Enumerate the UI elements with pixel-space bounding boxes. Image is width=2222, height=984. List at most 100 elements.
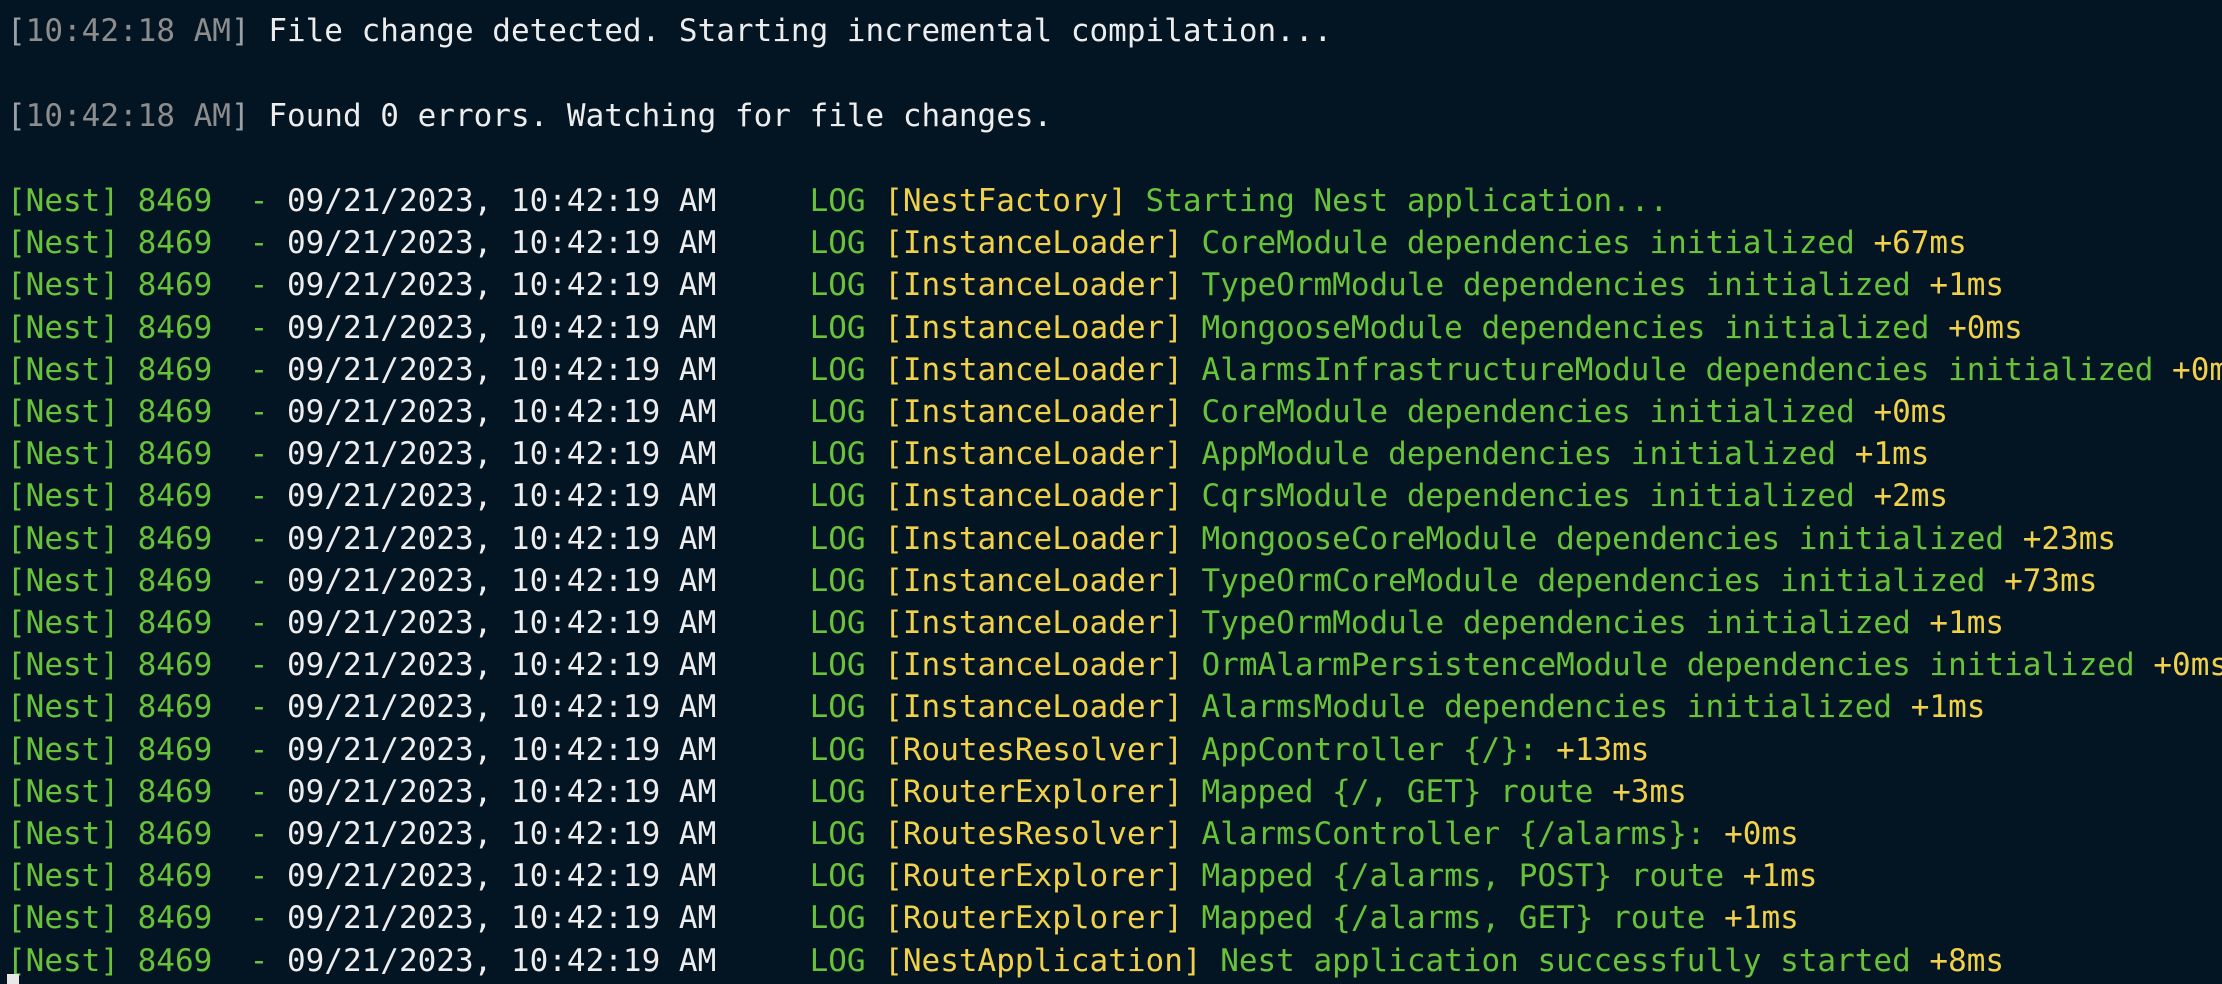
log-datetime: 09/21/2023, 10:42:19 AM [286,394,717,430]
log-context: [InstanceLoader] [884,267,1183,304]
log-line: [Nest] 8469 - 09/21/2023, 10:42:19 AM LO… [7,391,1948,433]
log-datetime: 09/21/2023, 10:42:19 AM [286,478,717,515]
log-context: [InstanceLoader] [884,394,1183,430]
log-context: [InstanceLoader] [884,478,1183,515]
log-message: AlarmsModule dependencies initialized [1201,689,1893,726]
log-line: [Nest] 8469 - 09/21/2023, 10:42:19 AM LO… [7,729,1649,771]
log-timing: +0ms [1873,394,1949,430]
log-datetime: 09/21/2023, 10:42:19 AM [286,225,717,262]
log-message: TypeOrmModule dependencies initialized [1201,605,1911,641]
log-prefix: [Nest] 8469 - [7,647,287,684]
log-level: LOG [809,731,866,768]
log-context: [InstanceLoader] [884,562,1183,599]
log-line: [Nest] 8469 - 09/21/2023, 10:42:19 AM LO… [7,307,2023,349]
log-prefix: [Nest] 8469 - [7,520,287,557]
log-prefix: [Nest] 8469 - [7,562,287,599]
log-message: Mapped {/alarms, POST} route [1201,858,1725,895]
log-level: LOG [809,351,866,388]
watch-line: [10:42:18 AM] File change detected. Star… [7,13,1333,49]
log-context: [NestFactory] [884,183,1127,219]
log-timing: +1ms [1910,689,1986,726]
log-level: LOG [809,267,866,304]
log-context: [InstanceLoader] [884,436,1183,473]
log-timing: +67ms [1873,225,1967,262]
log-context: [InstanceLoader] [884,647,1183,684]
log-context: [InstanceLoader] [884,309,1183,346]
log-line: [Nest] 8469 - 09/21/2023, 10:42:19 AM LO… [7,560,2097,602]
log-prefix: [Nest] 8469 - [7,267,287,304]
log-prefix: [Nest] 8469 - [7,436,287,473]
log-line: [Nest] 8469 - 09/21/2023, 10:42:19 AM LO… [7,222,1967,264]
log-prefix: [Nest] 8469 - [7,394,287,430]
log-prefix: [Nest] 8469 - [7,731,287,768]
log-datetime: 09/21/2023, 10:42:19 AM [286,309,717,346]
log-prefix: [Nest] 8469 - [7,942,287,979]
log-prefix: [Nest] 8469 - [7,858,287,895]
log-line: [Nest] 8469 - 09/21/2023, 10:42:19 AM LO… [7,644,2222,686]
log-datetime: 09/21/2023, 10:42:19 AM [286,731,717,768]
log-timing: +0ms [1948,309,2023,346]
log-message: Mapped {/, GET} route [1201,773,1594,810]
log-timing: +0ms [2153,647,2222,684]
log-message: AlarmsInfrastructureModule dependencies … [1201,351,2154,388]
log-level: LOG [809,605,866,641]
log-line: [Nest] 8469 - 09/21/2023, 10:42:19 AM LO… [7,602,2004,644]
log-line: [Nest] 8469 - 09/21/2023, 10:42:19 AM LO… [7,180,1668,222]
watch-line: [10:42:18 AM] Found 0 errors. Watching f… [7,98,1053,134]
log-line: [Nest] 8469 - 09/21/2023, 10:42:19 AM LO… [7,433,1929,475]
log-timing: +23ms [2022,520,2117,557]
log-datetime: 09/21/2023, 10:42:19 AM [286,647,717,684]
log-message: Starting Nest application... [1145,183,1669,219]
log-timing: +73ms [2004,562,2098,599]
log-datetime: 09/21/2023, 10:42:19 AM [286,436,717,473]
log-datetime: 09/21/2023, 10:42:19 AM [286,816,717,852]
log-message: TypeOrmCoreModule dependencies initializ… [1201,562,1986,599]
log-level: LOG [809,858,866,895]
log-level: LOG [809,520,866,557]
log-line: [Nest] 8469 - 09/21/2023, 10:42:19 AM LO… [7,349,2222,391]
log-context: [RoutesResolver] [884,816,1183,852]
log-level: LOG [809,436,866,473]
log-prefix: [Nest] 8469 - [7,225,287,262]
log-line: [Nest] 8469 - 09/21/2023, 10:42:19 AM LO… [7,897,1799,939]
timestamp: 10:42:18 AM [25,98,231,134]
log-context: [RouterExplorer] [884,858,1183,895]
log-prefix: [Nest] 8469 - [7,900,287,937]
log-message: OrmAlarmPersistenceModule dependencies i… [1201,647,2135,684]
terminal-window[interactable]: [10:42:18 AM] File change detected. Star… [0,0,2222,984]
log-context: [InstanceLoader] [884,351,1183,388]
log-context: [InstanceLoader] [884,225,1183,262]
timestamp: 10:42:18 AM [25,13,231,49]
log-datetime: 09/21/2023, 10:42:19 AM [286,605,717,641]
log-timing: +8ms [1929,942,2005,979]
log-datetime: 09/21/2023, 10:42:19 AM [286,351,717,388]
log-line: [Nest] 8469 - 09/21/2023, 10:42:19 AM LO… [7,855,1817,897]
log-message: CoreModule dependencies initialized [1201,394,1855,430]
log-line: [Nest] 8469 - 09/21/2023, 10:42:19 AM LO… [7,686,1985,728]
log-timing: +1ms [1854,436,1930,473]
log-context: [RouterExplorer] [884,900,1183,937]
log-message: TypeOrmModule dependencies initialized [1201,267,1911,304]
terminal-cursor [7,974,19,984]
log-context: [InstanceLoader] [884,689,1183,726]
log-prefix: [Nest] 8469 - [7,773,287,810]
log-line: [Nest] 8469 - 09/21/2023, 10:42:19 AM LO… [7,518,2116,560]
log-datetime: 09/21/2023, 10:42:19 AM [286,900,717,937]
log-prefix: [Nest] 8469 - [7,351,287,388]
log-prefix: [Nest] 8469 - [7,478,287,515]
log-level: LOG [809,647,866,684]
log-prefix: [Nest] 8469 - [7,689,287,726]
log-level: LOG [809,183,866,219]
log-message: Nest application successfully started [1220,942,1911,979]
log-level: LOG [809,689,866,726]
log-context: [InstanceLoader] [884,520,1183,557]
log-timing: +1ms [1724,900,1799,937]
log-timing: +1ms [1929,605,2005,641]
log-message: CoreModule dependencies initialized [1201,225,1855,262]
log-timing: +0ms [2172,351,2222,388]
log-timing: +2ms [1873,478,1949,515]
log-prefix: [Nest] 8469 - [7,183,287,219]
log-timing: +13ms [1556,731,1650,768]
log-context: [RoutesResolver] [884,731,1183,768]
log-datetime: 09/21/2023, 10:42:19 AM [286,689,717,726]
